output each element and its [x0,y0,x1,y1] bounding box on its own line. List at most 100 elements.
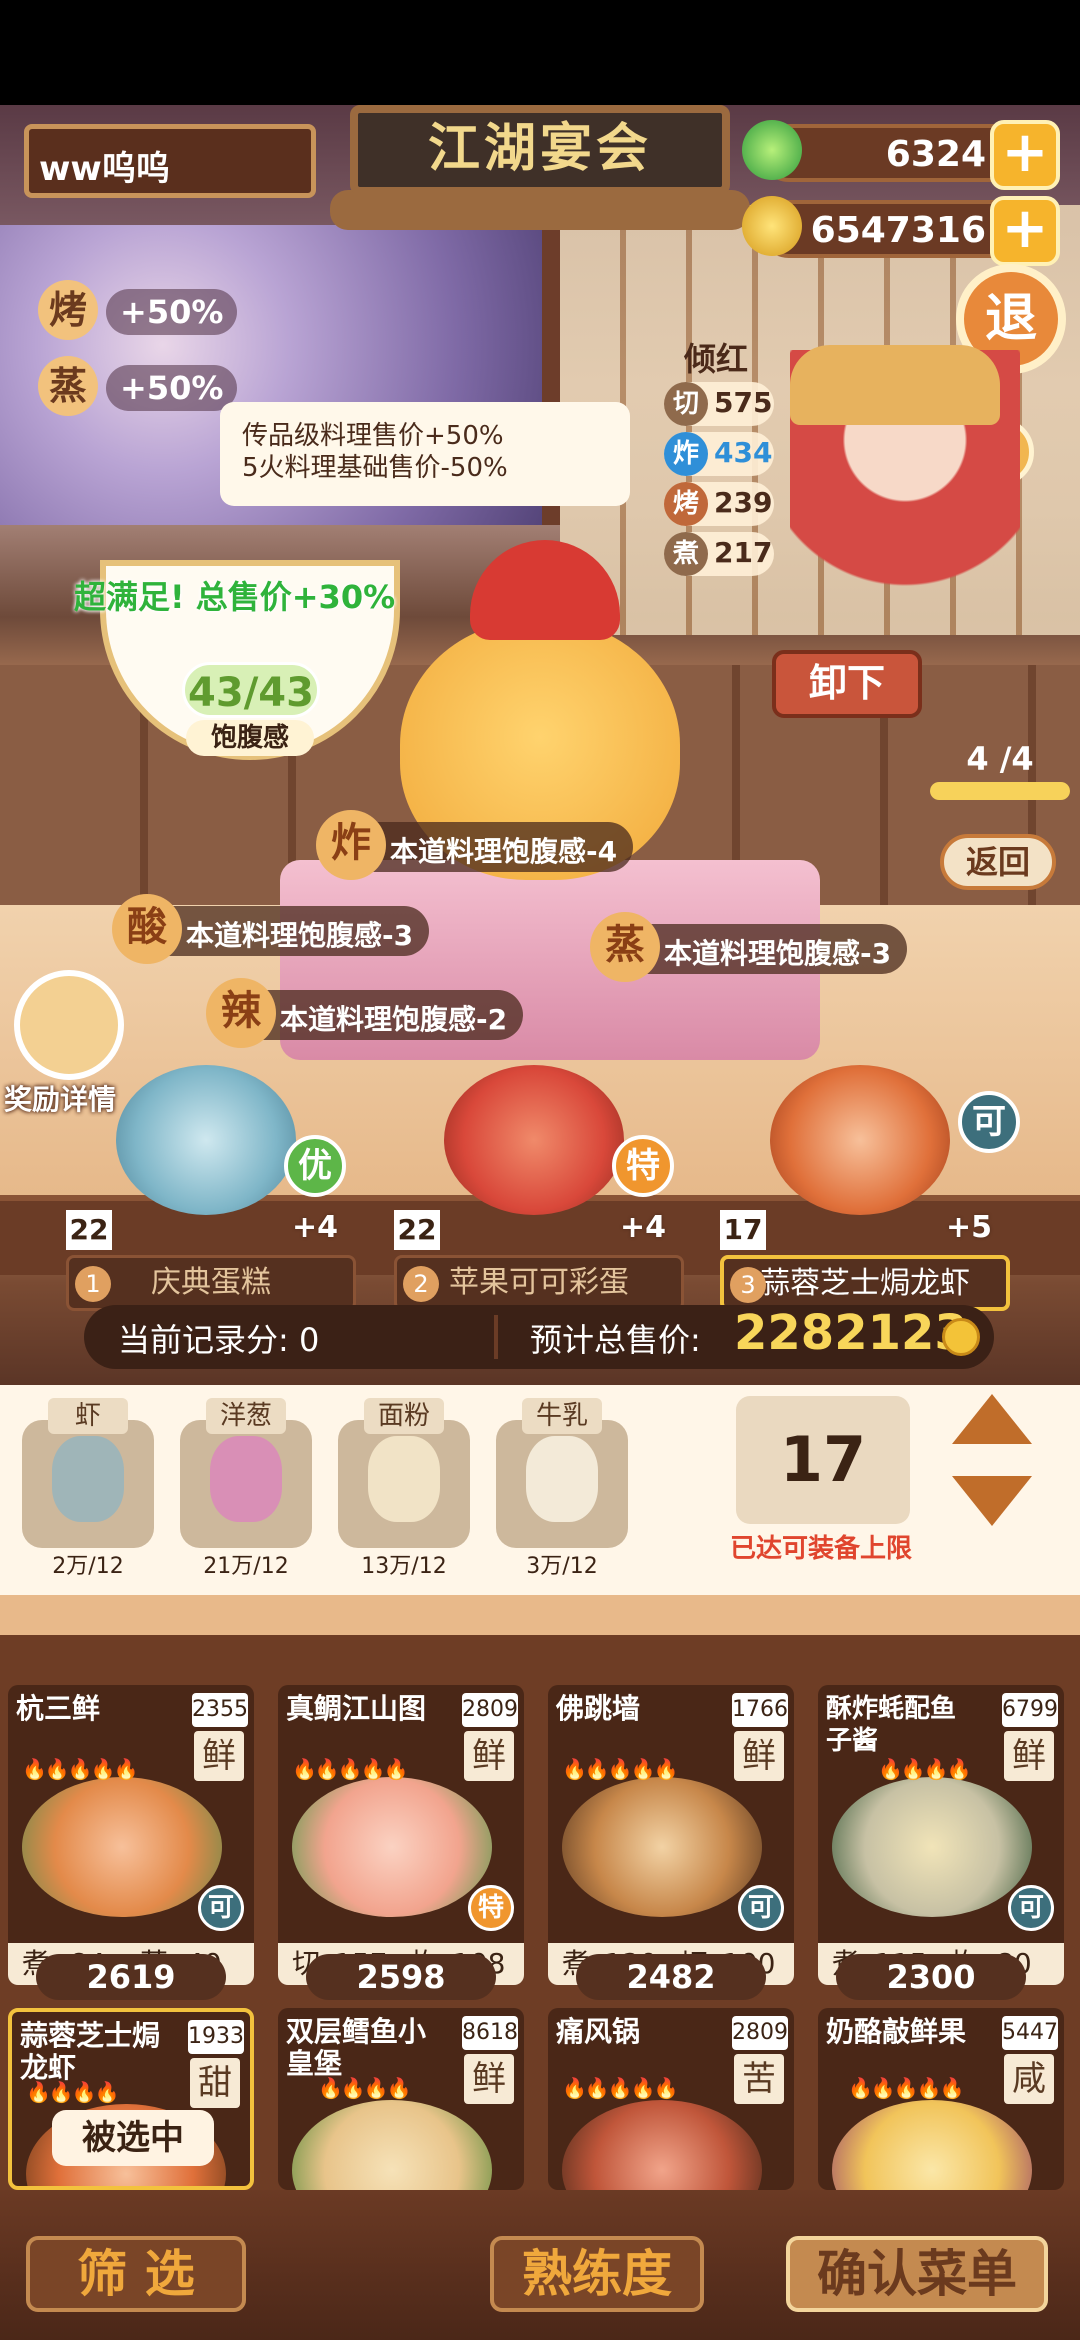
sell-price-value: 2598 [356,1958,446,1996]
dish-index: 2 [403,1266,439,1302]
filter-button[interactable]: 筛 选 [26,2236,246,2312]
title-base [330,190,750,230]
ingredient-milk[interactable]: 牛乳 3万/12 [496,1398,628,1588]
stat-value: 217 [714,536,773,569]
jade-icon [742,120,802,180]
total-price-value: 2282123 [734,1305,968,1361]
unload-button[interactable]: 卸下 [772,650,922,718]
dish-level: 22 [66,1210,112,1250]
stat-char: 烤 [664,482,708,526]
dish-level: 22 [394,1210,440,1250]
proficiency-button[interactable]: 熟练度 [490,2236,704,2312]
coin-counter: 6547316 + [760,196,1060,266]
reward-icon[interactable] [14,970,124,1080]
recipe-image [832,1777,1032,1917]
fire-rating-icon: 🔥🔥🔥🔥 [878,1757,972,1781]
debuff-spicy: 辣本道料理饱腹感-2 [206,978,524,1048]
debuff-fry: 炸本道料理饱腹感-4 [316,810,634,880]
guest-name: 倾红 [684,340,749,378]
satisfaction-text: 超满足! 总售价+30% [74,578,396,616]
selected-dish-3[interactable]: 17 可 +5 3 蒜蓉芝士焗龙虾 [720,1065,1020,1311]
stat-char: 煮 [664,532,708,576]
recipe-taste: 鲜 [734,1731,784,1781]
back-button[interactable]: 返回 [940,834,1056,890]
fire-rating-icon: 🔥🔥🔥🔥🔥 [22,1757,139,1781]
debuff-char: 炸 [316,810,386,880]
recipe-name: 奶酪敲鲜果 [826,2015,967,2048]
recipe-name: 真鲷江山图 [286,1692,427,1725]
coin-icon [942,1318,980,1356]
buff-char: 蒸 [38,356,98,416]
debuff-char: 蒸 [590,912,660,982]
confirm-menu-button[interactable]: 确认菜单 [786,2236,1048,2312]
dish-name-plate: 1 庆典蛋糕 [66,1255,356,1311]
dish-level: 17 [720,1210,766,1250]
sell-price-value: 2482 [626,1958,716,1996]
ingredient-name: 面粉 [364,1398,444,1434]
fire-rating-icon: 🔥🔥🔥🔥🔥 [562,2076,679,2100]
recipe-card[interactable]: 奶酪敲鲜果 🔥🔥🔥🔥🔥 5447 咸 [818,2008,1064,2190]
recipe-taste: 甜 [190,2058,240,2108]
recipe-image [562,1777,762,1917]
shrimp-icon [52,1436,124,1522]
recipe-name: 痛风锅 [556,2015,641,2048]
add-coin-button[interactable]: + [990,196,1060,266]
dish-name-plate: 3 蒜蓉芝士焗龙虾 [720,1255,1010,1311]
dish-image [116,1065,296,1215]
recipe-name: 酥炸蚝配鱼子酱 [826,1694,957,1756]
recipe-card[interactable]: 真鲷江山图 🔥🔥🔥🔥🔥 2809 鲜 特 切157炸108 [278,1685,524,1985]
jade-counter: 6324 + [760,120,1060,190]
recipe-price: 2355 [192,1693,248,1727]
stat-value: 239 [714,486,773,519]
ingredient-flour[interactable]: 面粉 13万/12 [338,1398,470,1588]
recipe-card[interactable]: 双层鳕鱼小皇堡 🔥🔥🔥🔥 8618 鲜 [278,2008,524,2190]
sell-price-value: 2619 [86,1958,176,1996]
guest-crown [790,345,1000,425]
ingredient-qty: 2万/12 [52,1554,124,1579]
buff-text: +50% [106,365,238,411]
ingredient-qty: 21万/12 [203,1554,289,1579]
recipe-price: 8618 [462,2016,518,2050]
debuff-text: 本道料理饱腹感-4 [390,835,618,868]
recipe-sell-price: 2300 [836,1954,1026,2000]
ingredient-name: 牛乳 [522,1398,602,1434]
dish-name: 苹果可可彩蛋 [449,1265,629,1300]
recipe-name: 佛跳墙 [556,1692,641,1725]
flour-icon [368,1436,440,1522]
milk-icon [526,1436,598,1522]
scroll-down-arrow-icon[interactable] [952,1476,1032,1526]
tooltip-line-1: 传品级料理售价+50% [242,421,504,451]
recipe-grade-badge: 可 [738,1885,784,1931]
selected-dish-2[interactable]: 22 特 +4 2 苹果可可彩蛋 [394,1065,694,1311]
debuff-sour: 酸本道料理饱腹感-3 [112,894,430,964]
current-score-value: 0 [298,1321,320,1359]
selected-dish-1[interactable]: 22 优 +4 1 庆典蛋糕 [66,1065,366,1311]
dish-grade-badge: 优 [284,1135,346,1197]
jade-amount: 6324 [885,134,986,175]
player-name[interactable]: ww呜呜 [24,124,316,198]
debuff-char: 辣 [206,978,276,1048]
recipe-card[interactable]: 酥炸蚝配鱼子酱 🔥🔥🔥🔥 6799 鲜 可 煮115炸80 [818,1685,1064,1985]
scroll-up-arrow-icon[interactable] [952,1394,1032,1444]
recipe-image [832,2100,1032,2190]
add-jade-button[interactable]: + [990,120,1060,190]
recipe-card[interactable]: 佛跳墙 🔥🔥🔥🔥🔥 1766 鲜 可 煮120切100 [548,1685,794,1985]
sell-price-value: 2300 [886,1958,976,1996]
recipe-image [22,1777,222,1917]
ingredient-shrimp[interactable]: 虾 2万/12 [22,1398,154,1588]
dish-index: 1 [75,1266,111,1302]
recipe-price: 1766 [732,1693,788,1727]
recipe-card[interactable]: 杭三鲜 🔥🔥🔥🔥🔥 2355 鲜 可 煮84蒸40 [8,1685,254,1985]
recipe-taste: 咸 [1004,2054,1054,2104]
recipe-taste: 鲜 [464,1731,514,1781]
guest-stat-boil: 煮 217 [664,532,774,576]
ingredient-onion[interactable]: 洋葱 21万/12 [180,1398,312,1588]
course-progress: 4 /4 [930,740,1070,804]
recipe-price: 5447 [1002,2016,1058,2050]
recipe-taste: 鲜 [464,2054,514,2104]
dish-name-plate: 2 苹果可可彩蛋 [394,1255,684,1311]
recipe-card[interactable]: 痛风锅 🔥🔥🔥🔥🔥 2809 苦 [548,2008,794,2190]
progress-label: 4 /4 [966,740,1034,778]
recipe-name: 双层鳕鱼小皇堡 [286,2015,427,2080]
selected-badge: 被选中 [52,2110,214,2166]
